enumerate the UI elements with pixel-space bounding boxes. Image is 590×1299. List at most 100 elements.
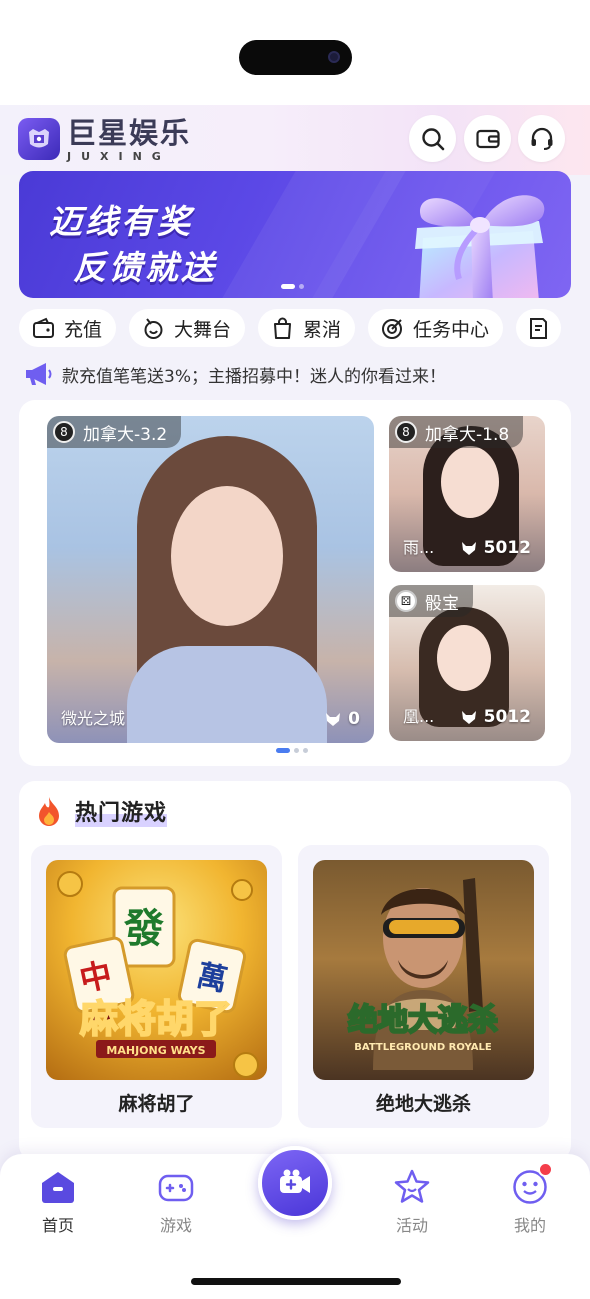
game-title: 麻将胡了 [118,1093,195,1115]
quick-nav: 充值 大舞台 累消 任务中心 [19,309,590,347]
notification-badge [538,1162,553,1177]
quick-nav-stage[interactable]: 大舞台 [129,309,246,347]
room-tag-label: 加拿大-3.2 [83,424,168,445]
game-art-title: 麻将胡了 [80,997,232,1041]
game-cover-image: 發 中 萬 麻将胡了 MAHJONG WAYS [46,860,267,1080]
fox-icon [326,713,341,726]
battleground-artwork: 绝地大逃杀 BATTLEGROUND ROYALE [347,878,499,1070]
quick-nav-task-center[interactable]: 任务中心 [368,309,504,347]
8-ball-icon: 8 [395,421,417,443]
live-room-tile[interactable]: 8 加拿大-1.8 雨... 5012 [389,416,545,572]
section-header: 热门游戏 [35,795,168,827]
8-ball-icon: 8 [53,421,75,443]
banner-line-1: 迈线有奖 [49,202,193,241]
room-tag: 8 加拿大-1.8 [389,416,524,448]
dynamic-island [239,40,352,75]
streamer-face [441,446,499,518]
quick-nav-label: 累消 [303,318,342,341]
viewer-count: 5012 [460,538,531,558]
game-art-subtitle: BATTLEGROUND ROYALE [354,1042,492,1053]
hot-games-section: 热门游戏 發 中 萬 麻将胡了 MAHJONG WAYS 麻将胡了 绝地大逃杀 … [19,781,571,1161]
brand-title: 巨星娱乐 [67,116,192,150]
streamer-name: 凰... [403,707,435,726]
banner-pagination [281,284,304,289]
announcement-marquee[interactable]: 款充值笔笔送3%；主播招募中！迷人的你看过来！ [22,358,446,390]
quick-nav-label: 任务中心 [413,318,490,341]
stage-icon [144,317,163,339]
mahjong-artwork: 發 中 萬 麻将胡了 MAHJONG WAYS [57,871,259,1078]
room-tag-label: 骰宝 [425,593,459,614]
megaphone-icon [26,363,52,385]
wallet-icon [475,129,500,148]
viewer-count-value: 5012 [483,538,531,558]
tab-label: 游戏 [159,1216,192,1235]
recharge-wallet-icon [33,317,54,338]
streamer-face [437,625,491,691]
search-icon [421,127,444,150]
announcement-text: 款充值笔笔送3%；主播招募中！迷人的你看过来！ [62,366,446,387]
tab-label: 活动 [395,1216,428,1235]
fox-icon [461,542,476,555]
home-indicator [191,1278,401,1285]
room-tag-label: 加拿大-1.8 [425,424,510,445]
live-stream-fab[interactable] [258,1146,332,1220]
quick-nav-label: 充值 [64,318,103,341]
game-card[interactable]: 發 中 萬 麻将胡了 MAHJONG WAYS 麻将胡了 [31,845,282,1128]
game-card[interactable]: 绝地大逃杀 BATTLEGROUND ROYALE 绝地大逃杀 [298,845,549,1128]
viewer-count: 0 [324,709,360,729]
streamer-outfit [127,646,327,743]
gift-box-icon [415,195,545,298]
viewer-count: 5012 [460,707,531,727]
streamer-name: 微光之城 [61,709,126,728]
fox-icon [461,711,476,724]
customer-service-button[interactable] [518,115,565,162]
room-tag: ⚄ 骰宝 [389,585,473,617]
tab-home[interactable]: 首页 [18,1168,98,1236]
live-rooms-card: 8 加拿大-3.2 微光之城 0 8 加拿大-1.8 雨... 5012 ⚄ 骰宝 凰… [19,400,571,766]
dice-icon: ⚄ [395,590,417,612]
pagination-dot-active [281,284,295,289]
star-icon [394,1169,430,1203]
app-content: 巨星娱乐 JUXING 迈线有奖 反馈就送 充值 大舞台 累消 任务中心 款充值… [0,105,590,1299]
game-art-subtitle: MAHJONG WAYS [106,1044,205,1057]
tab-activities[interactable]: 活动 [372,1168,452,1236]
pagination-dot [294,748,299,753]
quick-nav-recharge[interactable]: 充值 [19,309,117,347]
tab-label: 首页 [41,1216,74,1235]
game-title: 绝地大逃杀 [375,1093,471,1115]
quick-nav-label: 大舞台 [174,318,232,341]
quick-nav-more[interactable] [516,309,562,347]
streamer-name: 雨... [403,538,435,557]
gamepad-icon [158,1174,194,1202]
section-title: 热门游戏 [75,795,168,827]
camera-icon [328,51,340,63]
wallet-button[interactable] [464,115,511,162]
pagination-dot [299,284,304,289]
viewer-count-value: 0 [348,709,360,729]
target-icon [382,318,403,339]
live-room-tile[interactable]: 8 加拿大-3.2 微光之城 0 [47,416,374,743]
banner-line-2: 反馈就送 [73,248,217,287]
live-pagination [276,748,308,753]
room-tag: 8 加拿大-3.2 [47,416,182,448]
quick-nav-accumulated[interactable]: 累消 [258,309,356,347]
streamer-face [171,486,283,626]
document-edit-icon [530,317,548,339]
tab-profile[interactable]: 我的 [490,1162,570,1236]
tab-label: 我的 [513,1216,546,1235]
pagination-dot [303,748,308,753]
game-art-title: 绝地大逃杀 [348,1003,498,1038]
live-room-tile[interactable]: ⚄ 骰宝 凰... 5012 [389,585,545,741]
brand-name: 巨星娱乐 JUXING [67,117,191,163]
brand-subtitle: JUXING [67,150,171,163]
headset-icon [531,127,552,150]
promo-banner[interactable]: 迈线有奖 反馈就送 [19,171,571,298]
svg-text:發: 發 [123,906,164,952]
tab-games[interactable]: 游戏 [136,1168,216,1236]
phone-screen: 巨星娱乐 JUXING 迈线有奖 反馈就送 充值 大舞台 累消 任务中心 款充值… [0,0,590,1299]
video-camera-icon [280,1169,310,1193]
viewer-count-value: 5012 [483,707,531,727]
home-icon [42,1172,74,1203]
top-header: 巨星娱乐 JUXING [0,105,590,175]
search-button[interactable] [409,115,456,162]
